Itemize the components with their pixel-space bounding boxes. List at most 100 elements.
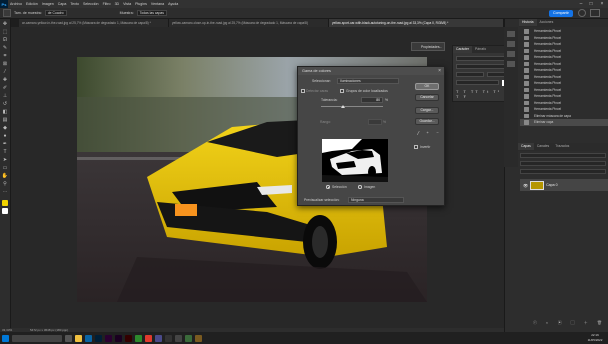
search-icon[interactable] (578, 9, 586, 17)
photoshop-taskbar-icon[interactable] (95, 334, 102, 342)
localized-checkbox[interactable] (340, 89, 344, 93)
tab-doc-1[interactable]: ar-camaro-yellow-in-the-road.jpg al 25,7… (19, 19, 169, 27)
lasso-tool-icon[interactable]: ᘏ (2, 37, 9, 43)
app-icon[interactable] (185, 334, 192, 342)
panel-icon-4[interactable] (507, 61, 515, 67)
sample-select[interactable]: Todas las capas (136, 10, 167, 16)
tolerance-slider-thumb[interactable] (341, 105, 345, 108)
tab-doc-2[interactable]: yellow-camaro-close-up-in-the-road.jpg a… (169, 19, 329, 27)
brush-tool-icon[interactable]: ✐ (2, 85, 9, 91)
app-icon[interactable] (155, 334, 162, 342)
chrome-icon[interactable] (145, 334, 152, 342)
layer-filter-field[interactable] (520, 153, 606, 158)
app-icon[interactable] (175, 334, 182, 342)
close-icon[interactable]: × (438, 67, 441, 75)
edge-icon[interactable] (85, 334, 92, 342)
foreground-color-swatch[interactable] (2, 200, 8, 206)
windows-start-icon[interactable] (2, 334, 9, 342)
panel-icon-1[interactable] (507, 31, 515, 37)
history-item-active[interactable]: Eliminar capa (520, 119, 608, 126)
history-brush-icon[interactable]: ↺ (2, 101, 9, 107)
hand-tool-icon[interactable]: ✋ (2, 173, 9, 179)
menu-image[interactable]: Imagen (40, 2, 56, 6)
file-explorer-icon[interactable] (75, 334, 82, 342)
tab-actions[interactable]: Acciones (537, 19, 557, 26)
close-icon[interactable]: × (597, 0, 607, 8)
invert-checkbox[interactable] (414, 145, 418, 149)
sample-size-select[interactable]: de Cuadro (44, 10, 67, 16)
font-size-field[interactable] (456, 72, 484, 77)
crop-tool-icon[interactable]: ⌗ (2, 53, 9, 59)
app-icon[interactable] (165, 334, 172, 342)
system-clock[interactable]: 22:16 11/05/2022 (584, 333, 606, 342)
frame-tool-icon[interactable]: ⊠ (2, 61, 9, 67)
load-button[interactable]: Cargar... (415, 107, 439, 114)
taskbar-search[interactable] (12, 334, 62, 342)
tab-doc-3[interactable]: yellow-sport-car-with-black-autotuning-o… (329, 19, 504, 27)
properties-popup[interactable]: Propiedades... (411, 42, 445, 51)
save-button[interactable]: Guardar... (415, 118, 439, 125)
path-select-icon[interactable]: ➤ (2, 157, 9, 163)
background-color-swatch[interactable] (2, 208, 8, 214)
maximize-icon[interactable]: □ (586, 0, 596, 8)
blend-mode-select[interactable] (520, 161, 606, 166)
menu-file[interactable]: Archivo (8, 2, 24, 6)
premiere-icon[interactable] (105, 334, 112, 342)
eyedropper-buttons[interactable]: ⁄ ⁺ ⁻ (418, 131, 442, 137)
tab-layers[interactable]: Capas (518, 143, 534, 150)
tab-paragraph[interactable]: Párrafo (472, 46, 489, 53)
ok-button[interactable]: OK (415, 83, 439, 90)
layer-row[interactable]: 👁 Capa 0 (520, 179, 608, 191)
tolerance-input[interactable]: 80 (361, 97, 383, 103)
tolerance-slider[interactable] (321, 106, 383, 107)
tab-character[interactable]: Carácter (453, 46, 473, 53)
stamp-tool-icon[interactable]: ⊥ (2, 93, 9, 99)
range-input[interactable] (368, 119, 382, 125)
menu-help[interactable]: Ayuda (166, 2, 180, 6)
task-view-icon[interactable] (65, 334, 72, 342)
pen-tool-icon[interactable]: ✒ (2, 141, 9, 147)
gradient-tool-icon[interactable]: ▤ (2, 117, 9, 123)
panel-icon-3[interactable] (507, 51, 515, 57)
tab-paths[interactable]: Trazados (552, 143, 572, 150)
dodge-tool-icon[interactable]: ● (2, 133, 9, 139)
blur-tool-icon[interactable]: ◆ (2, 125, 9, 131)
preview-selection-radio[interactable] (326, 185, 330, 189)
minimize-icon[interactable]: – (576, 0, 586, 8)
preview-mode-select[interactable]: Ninguna (348, 197, 404, 203)
tab-history[interactable]: Historia (519, 19, 537, 26)
move-tool-icon[interactable]: ✥ (2, 21, 9, 27)
panel-icon-2[interactable] (507, 41, 515, 47)
menu-select[interactable]: Selección (81, 2, 101, 6)
select-dropdown[interactable]: Iluminaciones (337, 78, 399, 84)
layer-actions-bar[interactable]: ⓕ ◐ ▣ ▢ ＋ 🗑 (520, 320, 606, 326)
tab-channels[interactable]: Canales (534, 143, 552, 150)
zoom-tool-icon[interactable]: ⚲ (2, 181, 9, 187)
menu-window[interactable]: Ventana (149, 2, 166, 6)
menu-view[interactable]: Vista (121, 2, 133, 6)
type-tool-icon[interactable]: T (2, 149, 9, 155)
eyedropper-icon[interactable]: ⁄ (2, 69, 9, 75)
detect-faces-checkbox[interactable] (301, 89, 305, 93)
illustrator-icon[interactable] (125, 334, 132, 342)
after-effects-icon[interactable] (115, 334, 122, 342)
menu-plugins[interactable]: Plugins (133, 2, 149, 6)
preview-image-radio[interactable] (358, 185, 362, 189)
eyedropper-tool-icon[interactable] (3, 9, 11, 17)
layer-lock-row[interactable] (520, 169, 606, 174)
visibility-eye-icon[interactable]: 👁 (523, 183, 528, 188)
cancel-button[interactable]: Cancelar (415, 94, 439, 101)
shape-tool-icon[interactable]: ▭ (2, 165, 9, 171)
marquee-tool-icon[interactable]: ⬚ (2, 29, 9, 35)
menu-filter[interactable]: Filtro (101, 2, 113, 6)
menu-3d[interactable]: 3D (113, 2, 122, 6)
eraser-tool-icon[interactable]: ◧ (2, 109, 9, 115)
more-tools-icon[interactable]: ⋯ (2, 189, 9, 195)
menu-type[interactable]: Texto (68, 2, 81, 6)
tracking-field[interactable] (456, 80, 499, 85)
healing-tool-icon[interactable]: ✚ (2, 77, 9, 83)
quick-select-tool-icon[interactable]: ✎ (2, 45, 9, 51)
menu-edit[interactable]: Edición (24, 2, 40, 6)
workspace-icon[interactable] (590, 9, 600, 17)
whatsapp-icon[interactable] (135, 334, 142, 342)
